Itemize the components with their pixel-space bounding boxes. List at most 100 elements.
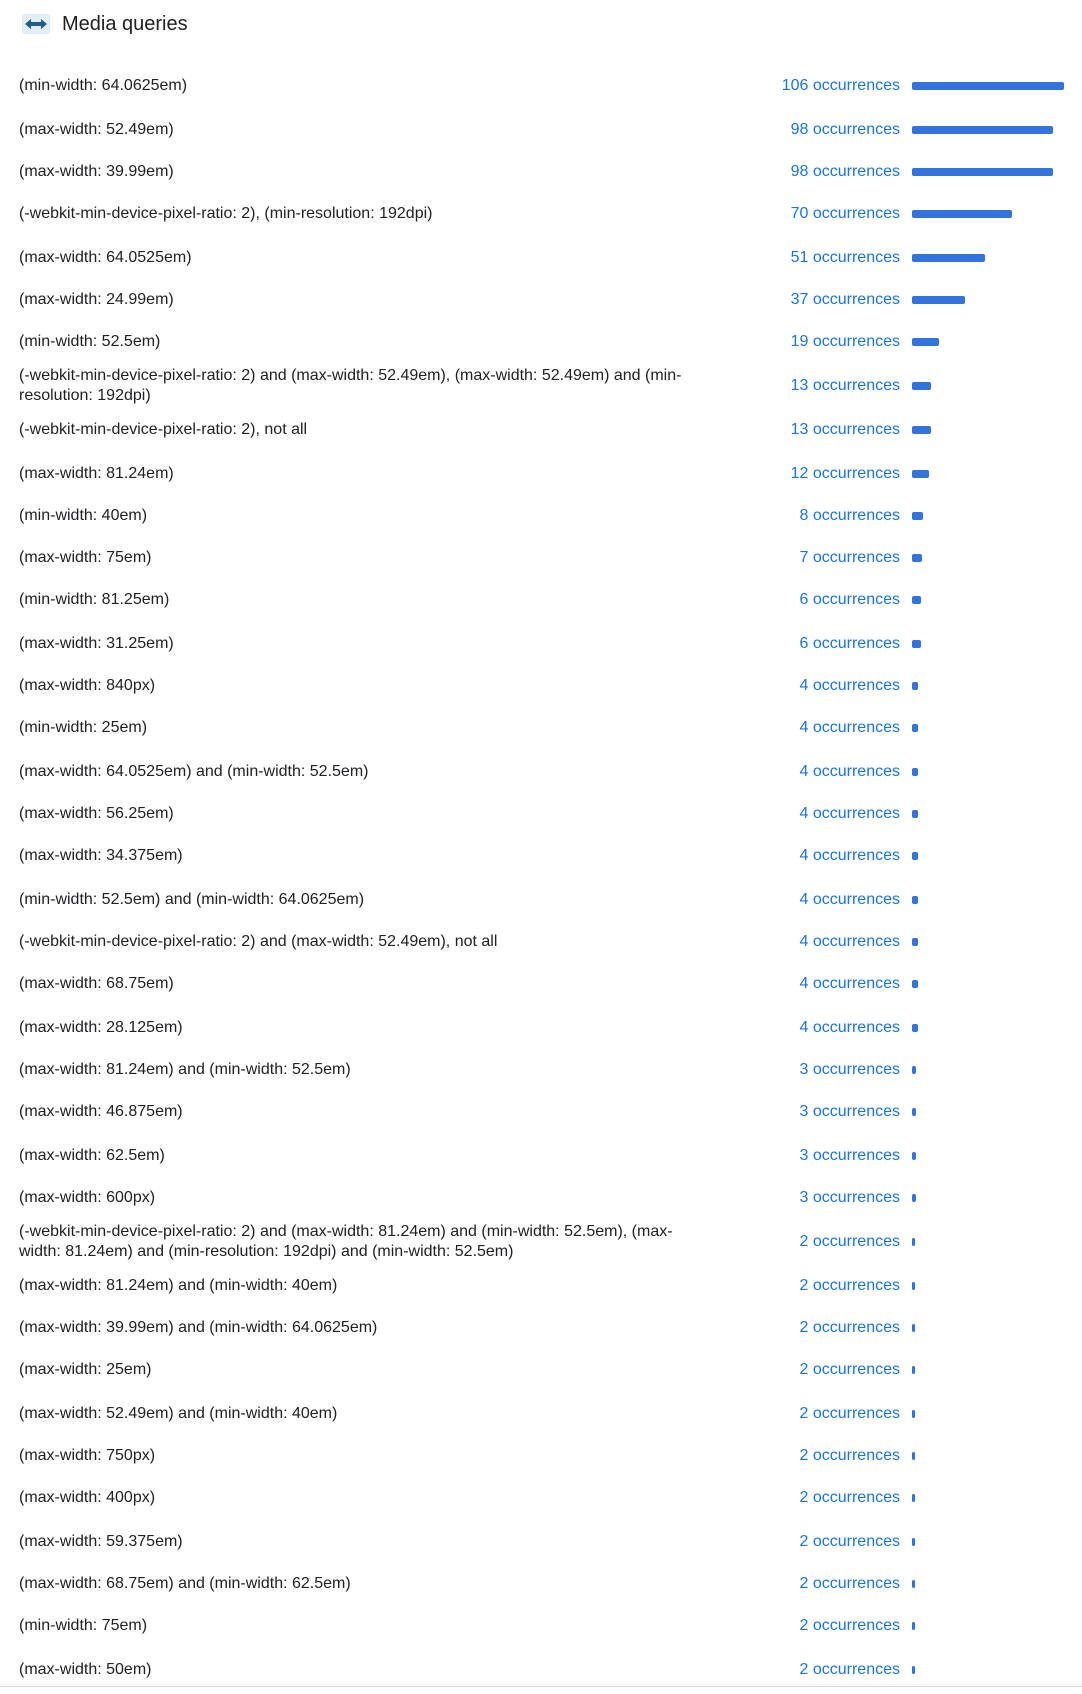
media-query-text: (min-width: 52.5em)	[19, 333, 161, 350]
media-query-text: (max-width: 750px)	[19, 1447, 156, 1464]
media-query-text: (max-width: 28.125em)	[19, 1019, 183, 1036]
occurrence-bar	[912, 1366, 915, 1374]
occurrence-bar	[912, 980, 918, 988]
occurrence-bar	[912, 640, 921, 648]
media-query-text: (-webkit-min-device-pixel-ratio: 2) and …	[19, 1223, 673, 1260]
occurrence-bar	[912, 1494, 915, 1502]
occurrence-bar	[912, 554, 922, 562]
occurrences-link[interactable]: 2 occurrences	[800, 1574, 901, 1594]
occurrences-link[interactable]: 3 occurrences	[800, 1060, 901, 1080]
occurrence-bar	[912, 1324, 915, 1332]
occurrences-link[interactable]: 3 occurrences	[800, 1146, 901, 1166]
occurrence-bar	[912, 1152, 916, 1160]
media-query-text: (-webkit-min-device-pixel-ratio: 2), (mi…	[19, 205, 433, 222]
occurrence-bar	[912, 296, 965, 304]
occurrences-link[interactable]: 2 occurrences	[800, 1276, 901, 1296]
occurrences-link[interactable]: 4 occurrences	[800, 890, 901, 910]
occurrences-link[interactable]: 2 occurrences	[800, 1360, 901, 1380]
occurrences-link[interactable]: 4 occurrences	[800, 676, 901, 696]
occurrences-link[interactable]: 37 occurrences	[791, 290, 900, 310]
media-query-text: (max-width: 81.24em) and (min-width: 52.…	[19, 1061, 351, 1078]
media-query-text: (-webkit-min-device-pixel-ratio: 2) and …	[19, 933, 498, 950]
occurrences-link[interactable]: 106 occurrences	[782, 76, 900, 96]
occurrence-bar	[912, 1108, 916, 1116]
media-query-text: (max-width: 68.75em) and (min-width: 62.…	[19, 1575, 351, 1592]
occurrence-bar	[912, 1622, 915, 1630]
occurrences-link[interactable]: 8 occurrences	[800, 506, 901, 526]
occurrence-bar	[912, 382, 931, 390]
occurrences-link[interactable]: 4 occurrences	[800, 1018, 901, 1038]
occurrences-link[interactable]: 3 occurrences	[800, 1188, 901, 1208]
occurrences-link[interactable]: 4 occurrences	[800, 762, 901, 782]
occurrences-link[interactable]: 4 occurrences	[800, 804, 901, 824]
occurrences-link[interactable]: 98 occurrences	[791, 162, 900, 182]
media-query-text: (min-width: 40em)	[19, 507, 148, 524]
occurrences-link[interactable]: 6 occurrences	[800, 590, 901, 610]
occurrence-bar	[912, 82, 1064, 90]
occurrences-link[interactable]: 2 occurrences	[800, 1318, 901, 1338]
media-query-text: (max-width: 600px)	[19, 1189, 156, 1206]
media-query-text: (max-width: 25em)	[19, 1361, 152, 1378]
media-query-text: (max-width: 81.24em) and (min-width: 40e…	[19, 1277, 338, 1294]
media-query-text: (max-width: 50em)	[19, 1661, 152, 1678]
occurrence-bar	[912, 596, 921, 604]
occurrence-bar	[912, 338, 939, 346]
section-header: Media queries	[22, 8, 188, 40]
media-query-text: (max-width: 39.99em)	[19, 163, 174, 180]
section-title: Media queries	[62, 12, 188, 35]
occurrence-bar	[912, 470, 929, 478]
occurrences-link[interactable]: 4 occurrences	[800, 846, 901, 866]
media-query-text: (max-width: 400px)	[19, 1489, 156, 1506]
occurrence-bar	[912, 724, 918, 732]
media-query-text: (max-width: 52.49em)	[19, 121, 174, 138]
occurrences-link[interactable]: 2 occurrences	[800, 1232, 901, 1252]
occurrence-bar	[912, 1066, 916, 1074]
occurrence-bar	[912, 1580, 915, 1588]
occurrence-bar	[912, 810, 918, 818]
occurrence-bar	[912, 1452, 915, 1460]
media-query-text: (max-width: 840px)	[19, 677, 156, 694]
media-query-text: (max-width: 46.875em)	[19, 1103, 183, 1120]
media-query-text: (max-width: 64.0525em) and (min-width: 5…	[19, 763, 369, 780]
media-query-text: (min-width: 52.5em) and (min-width: 64.0…	[19, 891, 365, 908]
occurrences-link[interactable]: 13 occurrences	[791, 420, 900, 440]
occurrence-bar	[912, 1024, 918, 1032]
media-query-text: (-webkit-min-device-pixel-ratio: 2) and …	[19, 367, 682, 404]
media-query-text: (max-width: 75em)	[19, 549, 152, 566]
media-query-text: (min-width: 25em)	[19, 719, 148, 736]
occurrences-link[interactable]: 2 occurrences	[800, 1404, 901, 1424]
occurrences-link[interactable]: 13 occurrences	[791, 376, 900, 396]
occurrences-link[interactable]: 98 occurrences	[791, 120, 900, 140]
media-query-text: (min-width: 81.25em)	[19, 591, 170, 608]
occurrences-link[interactable]: 70 occurrences	[791, 204, 900, 224]
media-query-text: (-webkit-min-device-pixel-ratio: 2), not…	[19, 421, 308, 438]
occurrences-link[interactable]: 3 occurrences	[800, 1102, 901, 1122]
occurrences-link[interactable]: 2 occurrences	[800, 1660, 901, 1680]
occurrence-bar	[912, 1238, 915, 1246]
media-query-text: (min-width: 75em)	[19, 1617, 148, 1634]
occurrence-bar	[912, 426, 931, 434]
occurrences-link[interactable]: 12 occurrences	[791, 464, 900, 484]
occurrence-bar	[912, 210, 1012, 218]
occurrences-link[interactable]: 2 occurrences	[800, 1446, 901, 1466]
occurrences-link[interactable]: 7 occurrences	[800, 548, 901, 568]
occurrences-link[interactable]: 2 occurrences	[800, 1616, 901, 1636]
occurrence-bar	[912, 1538, 915, 1546]
divider	[0, 1686, 1082, 1687]
occurrences-link[interactable]: 2 occurrences	[800, 1532, 901, 1552]
occurrences-link[interactable]: 51 occurrences	[791, 248, 900, 268]
occurrence-bar	[912, 938, 918, 946]
media-query-text: (max-width: 68.75em)	[19, 975, 174, 992]
occurrences-link[interactable]: 6 occurrences	[800, 634, 901, 654]
occurrence-bar	[912, 1666, 915, 1674]
occurrences-link[interactable]: 2 occurrences	[800, 1488, 901, 1508]
media-query-text: (max-width: 24.99em)	[19, 291, 174, 308]
occurrences-link[interactable]: 4 occurrences	[800, 718, 901, 738]
occurrence-bar	[912, 1194, 916, 1202]
occurrences-link[interactable]: 4 occurrences	[800, 974, 901, 994]
occurrences-link[interactable]: 19 occurrences	[791, 332, 900, 352]
arrows-horizontal-icon	[22, 14, 50, 34]
occurrences-link[interactable]: 4 occurrences	[800, 932, 901, 952]
occurrence-bar	[912, 682, 918, 690]
occurrence-bar	[912, 1410, 915, 1418]
